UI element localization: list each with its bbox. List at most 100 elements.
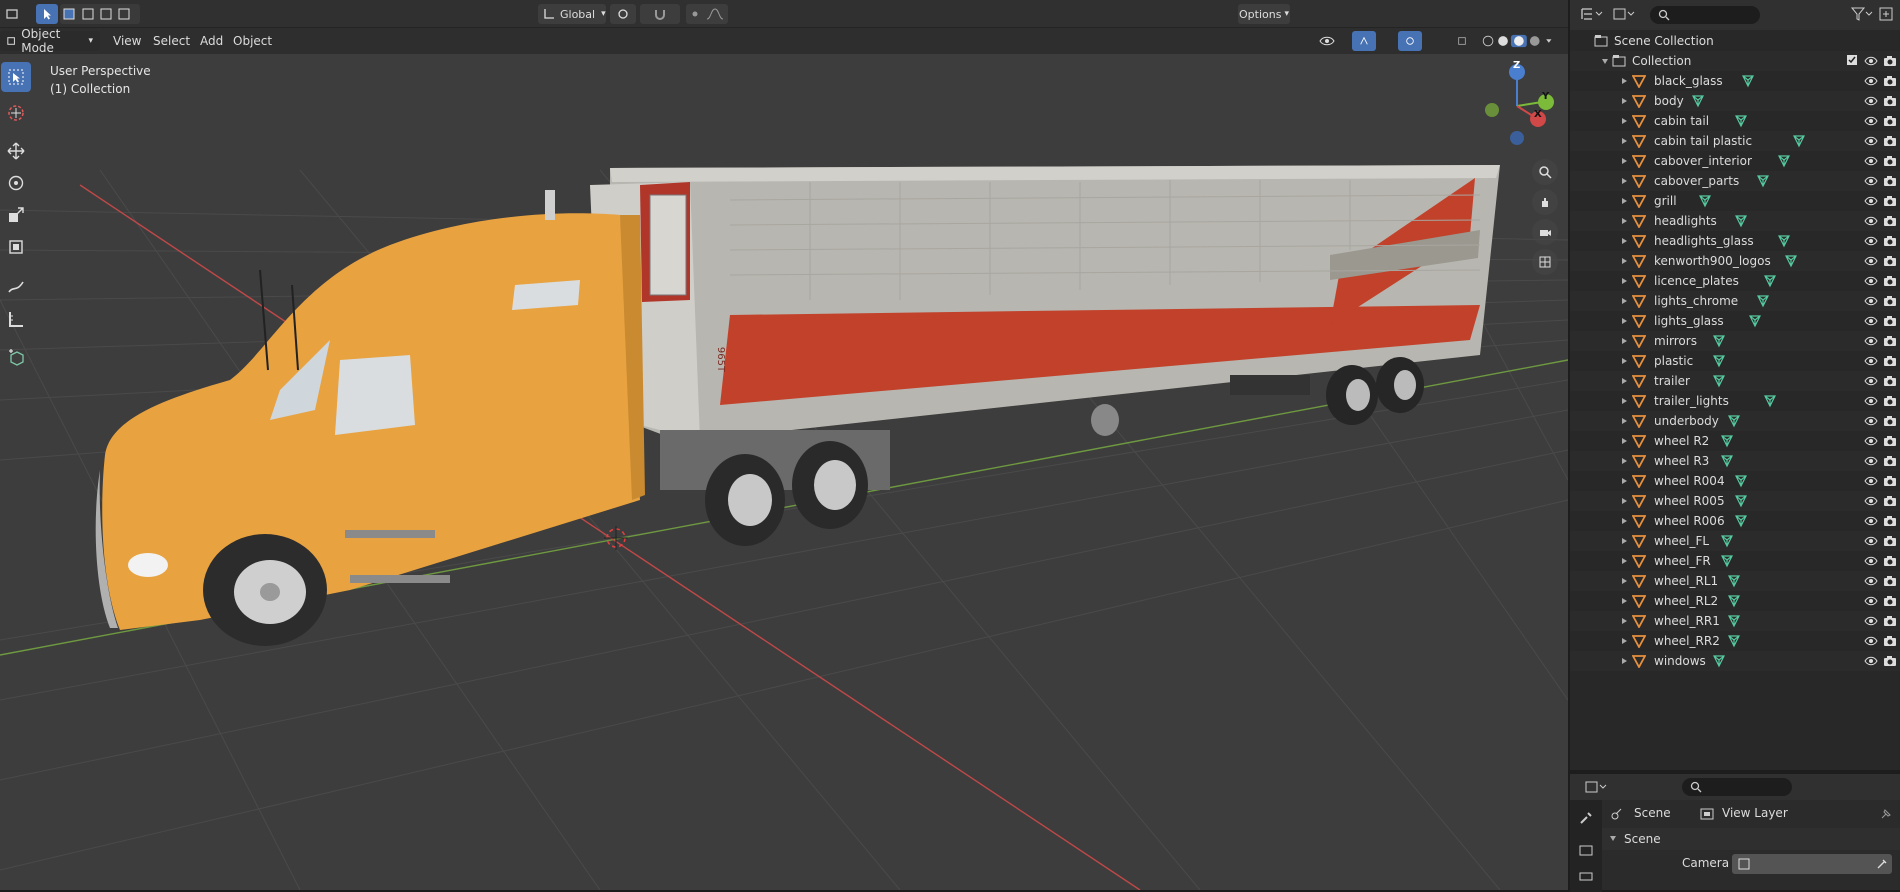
mesh-data-icon[interactable] <box>1792 134 1806 148</box>
outliner-object-row[interactable]: wheel R3 <box>1570 451 1900 471</box>
camera-icon[interactable] <box>1883 94 1897 108</box>
expand-arrow-icon[interactable] <box>1622 598 1627 604</box>
eye-icon[interactable] <box>1864 214 1878 228</box>
camera-icon[interactable] <box>1883 634 1897 648</box>
camera-icon[interactable] <box>1883 374 1897 388</box>
expand-arrow-icon[interactable] <box>1622 258 1627 264</box>
camera-icon[interactable] <box>1883 274 1897 288</box>
expand-arrow-icon[interactable] <box>1622 558 1627 564</box>
properties-search-input[interactable] <box>1682 778 1792 796</box>
camera-icon[interactable] <box>1883 434 1897 448</box>
eye-icon[interactable] <box>1864 534 1878 548</box>
collection-row[interactable]: Collection <box>1570 51 1900 71</box>
checkbox-icon[interactable] <box>1846 54 1858 66</box>
expand-arrow-icon[interactable] <box>1622 358 1627 364</box>
mesh-data-icon[interactable] <box>1763 274 1777 288</box>
annotate-tool[interactable] <box>1 272 31 302</box>
camera-view-button[interactable] <box>1532 219 1558 245</box>
camera-icon[interactable] <box>1883 414 1897 428</box>
pin-icon[interactable] <box>1880 808 1892 820</box>
camera-icon[interactable] <box>1883 514 1897 528</box>
outliner-object-row[interactable]: wheel R004 <box>1570 471 1900 491</box>
expand-arrow-icon[interactable] <box>1622 378 1627 384</box>
expand-arrow-icon[interactable] <box>1622 278 1627 284</box>
outliner-object-row[interactable]: wheel_RR1 <box>1570 611 1900 631</box>
camera-icon[interactable] <box>1883 614 1897 628</box>
shading-mode-group[interactable] <box>1474 31 1562 51</box>
camera-icon[interactable] <box>1883 554 1897 568</box>
eye-icon[interactable] <box>1864 74 1878 88</box>
eye-icon[interactable] <box>1864 154 1878 168</box>
expand-arrow-icon[interactable] <box>1610 836 1616 841</box>
outliner-object-row[interactable]: headlights <box>1570 211 1900 231</box>
selection-mode-group[interactable] <box>60 4 140 24</box>
outliner-object-row[interactable]: wheel_FR <box>1570 551 1900 571</box>
camera-icon[interactable] <box>1883 534 1897 548</box>
camera-icon[interactable] <box>1883 174 1897 188</box>
outliner-object-row[interactable]: cabin tail plastic <box>1570 131 1900 151</box>
rotate-tool[interactable] <box>1 168 31 198</box>
outliner-object-row[interactable]: wheel R005 <box>1570 491 1900 511</box>
camera-icon[interactable] <box>1883 494 1897 508</box>
outliner-object-row[interactable]: windows <box>1570 651 1900 671</box>
mesh-data-icon[interactable] <box>1777 234 1791 248</box>
mesh-data-icon[interactable] <box>1734 214 1748 228</box>
camera-icon[interactable] <box>1883 594 1897 608</box>
camera-icon[interactable] <box>1883 74 1897 88</box>
pan-button[interactable] <box>1532 189 1558 215</box>
mesh-data-icon[interactable] <box>1698 194 1712 208</box>
eye-icon[interactable] <box>1864 394 1878 408</box>
eye-icon[interactable] <box>1864 574 1878 588</box>
expand-arrow-icon[interactable] <box>1622 518 1627 524</box>
eye-icon[interactable] <box>1864 554 1878 568</box>
expand-arrow-icon[interactable] <box>1622 418 1627 424</box>
expand-arrow-icon[interactable] <box>1622 438 1627 444</box>
eye-icon[interactable] <box>1864 354 1878 368</box>
orthographic-toggle-button[interactable] <box>1532 249 1558 275</box>
eye-icon[interactable] <box>1864 114 1878 128</box>
outliner-object-row[interactable]: wheel R006 <box>1570 511 1900 531</box>
expand-arrow-icon[interactable] <box>1622 198 1627 204</box>
mesh-data-icon[interactable] <box>1720 534 1734 548</box>
camera-icon[interactable] <box>1883 314 1897 328</box>
expand-arrow-icon[interactable] <box>1622 618 1627 624</box>
eyedropper-icon[interactable] <box>1876 858 1888 870</box>
mesh-data-icon[interactable] <box>1748 314 1762 328</box>
expand-arrow-icon[interactable] <box>1602 59 1608 64</box>
mesh-data-icon[interactable] <box>1777 154 1791 168</box>
expand-arrow-icon[interactable] <box>1622 398 1627 404</box>
snap-button[interactable] <box>640 4 680 24</box>
camera-icon[interactable] <box>1883 154 1897 168</box>
scene-panel-header[interactable]: Scene <box>1602 828 1900 850</box>
expand-arrow-icon[interactable] <box>1622 118 1627 124</box>
expand-arrow-icon[interactable] <box>1622 458 1627 464</box>
mesh-data-icon[interactable] <box>1734 494 1748 508</box>
outliner-object-row[interactable]: plastic <box>1570 351 1900 371</box>
eye-icon[interactable] <box>1864 234 1878 248</box>
outliner-object-row[interactable]: kenworth900_logos <box>1570 251 1900 271</box>
mesh-data-icon[interactable] <box>1712 654 1726 668</box>
eye-icon[interactable] <box>1864 434 1878 448</box>
eye-icon[interactable] <box>1864 54 1878 68</box>
eye-icon[interactable] <box>1864 334 1878 348</box>
eye-icon[interactable] <box>1864 374 1878 388</box>
mesh-data-icon[interactable] <box>1720 554 1734 568</box>
zoom-button[interactable] <box>1532 159 1558 185</box>
eye-icon[interactable] <box>1864 194 1878 208</box>
xray-toggle[interactable] <box>1450 31 1474 51</box>
mesh-data-icon[interactable] <box>1727 614 1741 628</box>
proportional-edit-button[interactable] <box>686 4 728 24</box>
expand-arrow-icon[interactable] <box>1622 138 1627 144</box>
outliner-object-row[interactable]: wheel_RL1 <box>1570 571 1900 591</box>
mesh-data-icon[interactable] <box>1763 394 1777 408</box>
mesh-data-icon[interactable] <box>1756 294 1770 308</box>
outliner-object-row[interactable]: wheel R2 <box>1570 431 1900 451</box>
outliner-object-row[interactable]: grill <box>1570 191 1900 211</box>
mesh-data-icon[interactable] <box>1720 434 1734 448</box>
mesh-data-icon[interactable] <box>1734 474 1748 488</box>
expand-arrow-icon[interactable] <box>1622 178 1627 184</box>
editor-type-button[interactable] <box>0 4 24 24</box>
expand-arrow-icon[interactable] <box>1622 658 1627 664</box>
filter-type-button[interactable] <box>1612 6 1636 25</box>
eye-icon[interactable] <box>1864 294 1878 308</box>
